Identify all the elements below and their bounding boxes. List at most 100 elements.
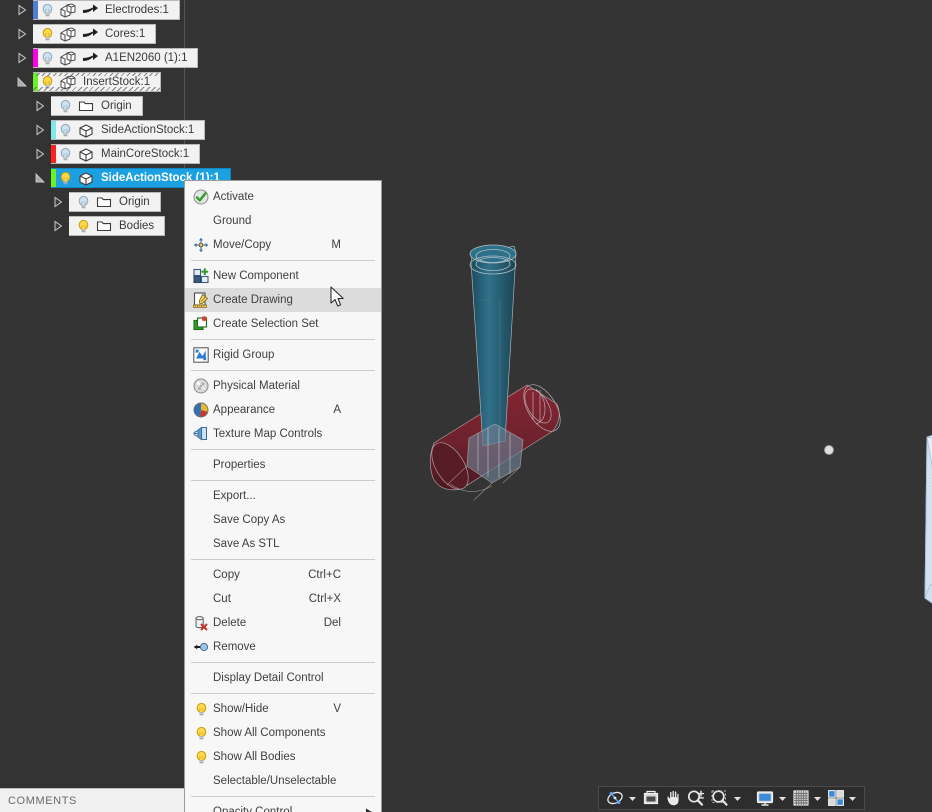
menu-item-move-copy[interactable]: Move/Copy M <box>185 233 381 257</box>
menu-item-show-all-components[interactable]: Show All Components <box>185 721 381 745</box>
link-arrow-icon <box>79 4 101 17</box>
tree-twisty-collapsed-icon[interactable] <box>52 220 65 233</box>
folder-icon <box>75 99 97 113</box>
menu-item-physical-material[interactable]: Physical Material <box>185 374 381 398</box>
menu-item-opacity-control[interactable]: Opacity Control <box>185 800 381 812</box>
tree-row[interactable]: Bodies <box>0 216 185 236</box>
zoom-window-icon[interactable] <box>708 787 732 809</box>
menu-item-label: Delete <box>213 617 247 629</box>
bulb-on-icon[interactable] <box>56 171 75 186</box>
menu-item-display-detail-control[interactable]: Display Detail Control <box>185 666 381 690</box>
menu-item-save-as-stl[interactable]: Save As STL <box>185 532 381 556</box>
menu-item-shortcut: Del <box>323 617 341 629</box>
bulb-on-icon[interactable] <box>38 27 57 42</box>
tree-row-body[interactable]: Bodies <box>69 216 166 236</box>
tree-row[interactable]: InsertStock:1 <box>0 72 185 92</box>
tree-twisty-collapsed-icon[interactable] <box>16 4 29 17</box>
viewports-icon[interactable] <box>825 787 847 809</box>
orbit-icon[interactable] <box>603 787 627 809</box>
tree-twisty-expanded-icon[interactable] <box>16 76 29 89</box>
menu-item-new-component[interactable]: New Component <box>185 264 381 288</box>
bulb-off-icon[interactable] <box>56 147 75 162</box>
menu-item-label: Remove <box>213 641 256 653</box>
bulb-off-icon[interactable] <box>38 3 57 18</box>
menu-item-save-copy-as[interactable]: Save Copy As <box>185 508 381 532</box>
tree-row[interactable]: Origin <box>0 192 185 212</box>
new-component-icon <box>191 268 211 284</box>
menu-item-cut[interactable]: Cut Ctrl+X <box>185 587 381 611</box>
comments-bar[interactable]: COMMENTS <box>0 788 185 812</box>
tree-row-body[interactable]: InsertStock:1 <box>33 72 162 92</box>
menu-item-show-hide[interactable]: Show/Hide V <box>185 697 381 721</box>
menu-item-label: Physical Material <box>213 380 300 392</box>
tree-row-body[interactable]: Origin <box>69 192 161 212</box>
chevron-down-icon[interactable] <box>628 794 637 803</box>
menu-item-create-drawing[interactable]: Create Drawing <box>185 288 381 312</box>
tree-row[interactable]: Origin <box>0 96 185 116</box>
menu-item-remove[interactable]: Remove <box>185 635 381 659</box>
menu-item-activate[interactable]: Activate <box>185 185 381 209</box>
grid-snaps-icon[interactable] <box>790 787 812 809</box>
tree-row[interactable]: A1EN2060 (1):1 <box>0 48 199 68</box>
menu-item-label: Cut <box>213 593 231 605</box>
menu-item-shortcut: A <box>333 404 341 416</box>
tree-row-body[interactable]: A1EN2060 (1):1 <box>33 48 199 68</box>
menu-item-copy[interactable]: Copy Ctrl+C <box>185 563 381 587</box>
tree-row[interactable]: MainCoreStock:1 <box>0 144 201 164</box>
menu-item-create-selection-set[interactable]: Create Selection Set <box>185 312 381 336</box>
menu-item-appearance[interactable]: Appearance A <box>185 398 381 422</box>
tree-row-body[interactable]: SideActionStock:1 <box>51 120 206 140</box>
browser-tree[interactable]: Electrodes:1 Cores:1 A1EN2060 (1):1 InsertS… <box>0 0 231 240</box>
create-drawing-icon <box>191 292 211 308</box>
tree-twisty-collapsed-icon[interactable] <box>52 196 65 209</box>
tree-twisty-collapsed-icon[interactable] <box>34 100 47 113</box>
tree-row[interactable]: SideActionStock:1 <box>0 120 206 140</box>
menu-item-ground[interactable]: Ground <box>185 209 381 233</box>
look-at-icon[interactable] <box>640 787 662 809</box>
navigation-toolbar[interactable] <box>598 786 865 810</box>
bulb-off-icon[interactable] <box>38 51 57 66</box>
remove-icon <box>191 639 211 655</box>
bulb-on-icon <box>191 726 211 741</box>
tree-twisty-collapsed-icon[interactable] <box>16 52 29 65</box>
menu-item-rigid-group[interactable]: Rigid Group <box>185 343 381 367</box>
menu-item-label: Appearance <box>213 404 276 416</box>
tree-row-label: InsertStock:1 <box>83 76 151 88</box>
tree-row-body[interactable]: MainCoreStock:1 <box>51 144 201 164</box>
tree-row-body[interactable]: Origin <box>51 96 143 116</box>
menu-item-selectable-unselectable[interactable]: Selectable/Unselectable <box>185 769 381 793</box>
bulb-on-icon[interactable] <box>74 219 93 234</box>
menu-item-label: Rigid Group <box>213 349 275 361</box>
chevron-down-icon[interactable] <box>733 794 742 803</box>
tree-row[interactable]: SideActionStock (1):1 <box>0 168 231 188</box>
zoom-plusminus-icon[interactable] <box>684 787 708 809</box>
menu-item-delete[interactable]: Delete Del <box>185 611 381 635</box>
component-icon <box>57 74 79 90</box>
bulb-off-icon[interactable] <box>74 195 93 210</box>
menu-item-label: Display Detail Control <box>213 672 324 684</box>
menu-item-label: Create Drawing <box>213 294 293 306</box>
component-context-menu[interactable]: Activate Ground Move/Copy M New Component Cre… <box>184 180 382 812</box>
chevron-down-icon[interactable] <box>813 794 822 803</box>
menu-item-properties[interactable]: Properties <box>185 453 381 477</box>
tree-row[interactable]: Cores:1 <box>0 24 185 44</box>
tree-row-body[interactable]: Cores:1 <box>33 24 157 44</box>
chevron-down-icon[interactable] <box>778 794 787 803</box>
bulb-off-icon[interactable] <box>56 99 75 114</box>
delete-icon <box>191 615 211 631</box>
bulb-off-icon[interactable] <box>56 123 75 138</box>
menu-item-texture-map-controls[interactable]: Texture Map Controls <box>185 422 381 446</box>
pan-hand-icon[interactable] <box>662 787 684 809</box>
display-settings-icon[interactable] <box>753 787 777 809</box>
tree-row[interactable]: Electrodes:1 <box>0 0 185 20</box>
chevron-down-icon[interactable] <box>848 794 857 803</box>
tree-twisty-expanded-icon[interactable] <box>34 172 47 185</box>
menu-item-export[interactable]: Export... <box>185 484 381 508</box>
tree-twisty-collapsed-icon[interactable] <box>34 148 47 161</box>
menu-item-show-all-bodies[interactable]: Show All Bodies <box>185 745 381 769</box>
rigid-group-icon <box>191 347 211 363</box>
tree-twisty-collapsed-icon[interactable] <box>34 124 47 137</box>
tree-twisty-collapsed-icon[interactable] <box>16 28 29 41</box>
tree-row-body[interactable]: Electrodes:1 <box>33 0 180 20</box>
bulb-on-icon[interactable] <box>38 75 57 90</box>
